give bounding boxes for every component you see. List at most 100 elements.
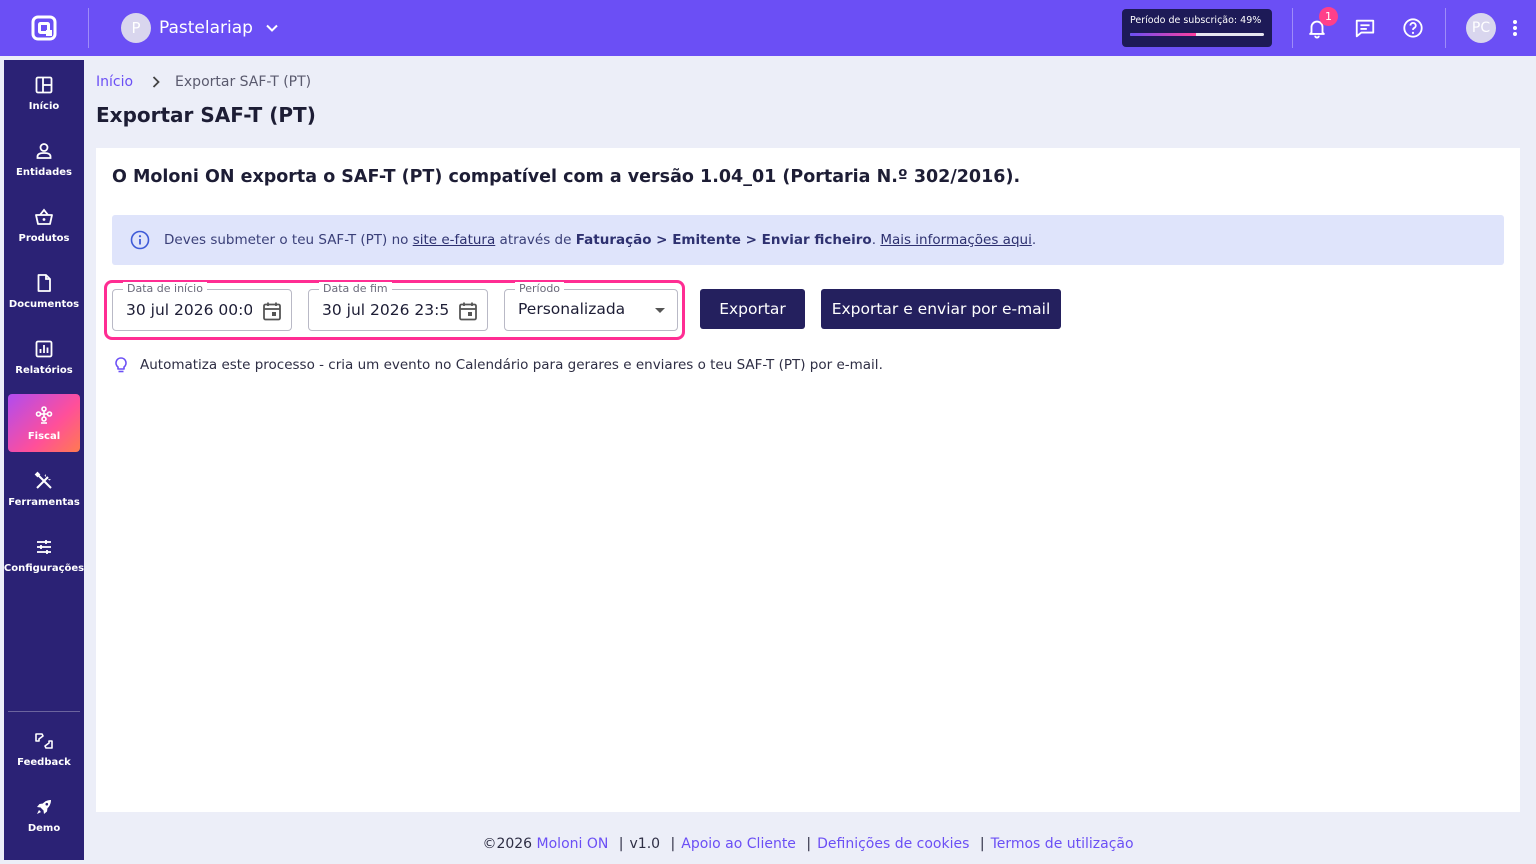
end-date-value[interactable]: 30 jul 2026 23:59: [322, 301, 448, 319]
automation-tip: Automatiza este processo - cria um event…: [112, 356, 883, 374]
sidebar-item-fiscal[interactable]: Fiscal: [8, 394, 80, 452]
tip-text-part: para gerares e enviares o teu SAF-T (PT)…: [528, 357, 883, 373]
moloni-logo[interactable]: [0, 0, 88, 56]
sidebar-divider: [8, 711, 80, 712]
footer-copyright: ©2026: [482, 836, 537, 852]
end-date-field[interactable]: Data de fim 30 jul 2026 23:59: [308, 282, 488, 331]
top-bar: P Pastelariap Período de subscrição: 49%…: [0, 0, 1536, 56]
help-icon: [1403, 18, 1423, 38]
export-card: O Moloni ON exporta o SAF-T (PT) compatí…: [96, 148, 1520, 812]
breadcrumb-home-link[interactable]: Início: [96, 74, 133, 90]
topbar-divider: [1445, 8, 1446, 48]
chevron-right-icon: [152, 76, 160, 88]
sidebar-item-label: Ferramentas: [8, 496, 80, 508]
sidebar-item-label: Produtos: [18, 232, 70, 244]
footer-brand-link[interactable]: Moloni ON: [537, 836, 609, 852]
sidebar-item-configuracoes[interactable]: Configurações: [4, 526, 84, 584]
more-info-link[interactable]: Mais informações aqui: [880, 232, 1032, 248]
chevron-down-icon: [266, 24, 278, 32]
footer-separator: |: [806, 836, 812, 852]
breadcrumb-current: Exportar SAF-T (PT): [175, 74, 312, 90]
info-text-part: através de: [495, 232, 576, 248]
sidebar-item-documentos[interactable]: Documentos: [8, 262, 80, 320]
calendar-icon[interactable]: [261, 300, 283, 322]
chat-icon: [1355, 19, 1375, 38]
dropdown-arrow-icon: [655, 308, 665, 313]
company-avatar: P: [121, 13, 151, 43]
end-date-label: Data de fim: [319, 282, 392, 296]
lightbulb-icon: [115, 357, 127, 373]
efatura-link[interactable]: site e-fatura: [413, 232, 496, 248]
person-icon: [36, 142, 52, 159]
info-text-part: .: [1031, 232, 1037, 248]
subscription-label: Período de subscrição: 49%: [1130, 15, 1262, 26]
sidebar-item-relatorios[interactable]: Relatórios: [8, 328, 80, 386]
messages-button[interactable]: [1341, 0, 1389, 56]
export-button[interactable]: Exportar: [700, 289, 805, 329]
sidebar-item-produtos[interactable]: Produtos: [8, 196, 80, 254]
dashboard-icon: [35, 76, 53, 93]
topbar-divider: [88, 8, 89, 48]
sidebar-item-label: Configurações: [3, 562, 85, 574]
notifications-button[interactable]: 1: [1293, 0, 1341, 56]
footer-support-link[interactable]: Apoio ao Cliente: [681, 836, 796, 852]
footer-separator: |: [979, 836, 985, 852]
document-icon: [37, 273, 51, 292]
info-text-part: Deves submeter o teu SAF-T (PT) no: [164, 232, 413, 248]
logo-icon: [31, 15, 57, 41]
sliders-icon: [37, 539, 51, 554]
export-email-button[interactable]: Exportar e enviar por e-mail: [821, 289, 1061, 329]
info-alert: Deves submeter o teu SAF-T (PT) no site …: [112, 215, 1504, 265]
card-heading: O Moloni ON exporta o SAF-T (PT) compatí…: [112, 167, 1021, 187]
sidebar-item-demo[interactable]: Demo: [8, 786, 80, 844]
footer: ©2026 Moloni ON | v1.0 | Apoio ao Cliente …: [96, 836, 1520, 852]
sidebar-item-inicio[interactable]: Início: [8, 64, 80, 122]
sidebar-item-feedback[interactable]: Feedback: [8, 720, 80, 778]
footer-cookies-link[interactable]: Definições de cookies: [817, 836, 969, 852]
info-icon: [130, 230, 150, 250]
sidebar: Início Entidades Produtos Documentos Rel…: [4, 60, 84, 860]
help-button[interactable]: [1389, 0, 1437, 56]
feedback-icon: [35, 732, 53, 749]
company-name: Pastelariap: [159, 18, 253, 38]
period-value: Personalizada: [518, 300, 626, 318]
info-path: Faturação > Emitente > Enviar ficheiro: [575, 232, 872, 248]
page-title: Exportar SAF-T (PT): [96, 103, 316, 127]
sidebar-item-entidades[interactable]: Entidades: [8, 130, 80, 188]
footer-separator: |: [618, 836, 624, 852]
notification-badge: 1: [1319, 7, 1338, 26]
basket-icon: [35, 208, 53, 225]
footer-version: v1.0: [629, 836, 661, 852]
sidebar-item-label: Entidades: [16, 166, 72, 178]
subscription-progress-fill: [1130, 33, 1196, 36]
breadcrumb: Início Exportar SAF-T (PT): [96, 74, 311, 90]
rocket-icon: [37, 799, 51, 814]
period-label: Período: [515, 282, 565, 296]
start-date-label: Data de início: [123, 282, 207, 296]
user-avatar[interactable]: PC: [1466, 13, 1496, 43]
footer-separator: |: [670, 836, 676, 852]
more-menu-button[interactable]: [1504, 0, 1526, 56]
sidebar-item-label: Início: [28, 100, 60, 112]
sidebar-item-label: Demo: [27, 822, 61, 834]
sidebar-item-label: Fiscal: [27, 430, 61, 442]
footer-terms-link[interactable]: Termos de utilização: [991, 836, 1134, 852]
chart-icon: [35, 340, 53, 357]
company-selector[interactable]: P Pastelariap: [121, 13, 279, 43]
sidebar-item-label: Feedback: [17, 756, 71, 768]
subscription-period[interactable]: Período de subscrição: 49%: [1122, 9, 1272, 47]
sidebar-item-label: Documentos: [8, 298, 80, 310]
sidebar-item-label: Relatórios: [15, 364, 73, 376]
start-date-value[interactable]: 30 jul 2026 00:00: [126, 301, 252, 319]
info-text: Deves submeter o teu SAF-T (PT) no site …: [164, 232, 1036, 248]
period-select[interactable]: Período Personalizada: [504, 282, 678, 331]
kebab-icon: [1513, 20, 1517, 36]
subscription-progress-bar: [1130, 33, 1264, 36]
tip-text-part: Automatiza este processo - cria um event…: [140, 357, 456, 373]
start-date-field[interactable]: Data de início 30 jul 2026 00:00: [112, 282, 292, 331]
tip-text: Automatiza este processo - cria um event…: [140, 357, 883, 373]
tools-icon: [34, 471, 52, 489]
calendar-link[interactable]: Calendário: [456, 357, 529, 373]
sidebar-item-ferramentas[interactable]: Ferramentas: [8, 460, 80, 518]
calendar-icon[interactable]: [457, 300, 479, 322]
